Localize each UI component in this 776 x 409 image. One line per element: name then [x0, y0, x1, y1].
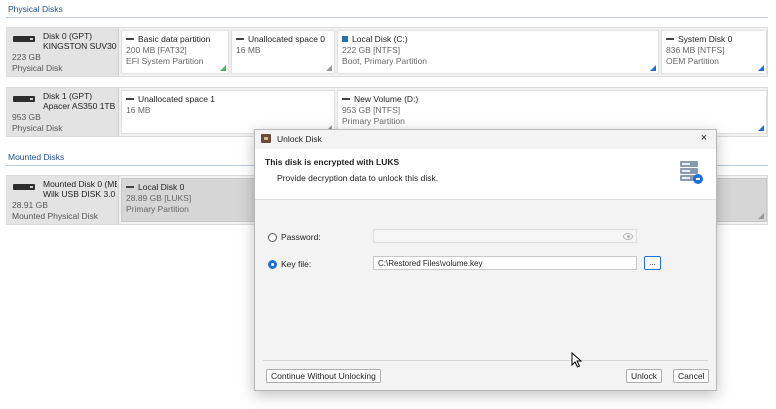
disk-size: 28.91 GB: [12, 200, 48, 210]
disk-icon: [13, 36, 35, 42]
disk-stack-icon: [680, 161, 703, 184]
partition-system-disk-0[interactable]: System Disk 0 836 MB [NTFS] OEM Partitio…: [661, 30, 767, 74]
partition-corner-icon: [220, 65, 226, 71]
cancel-button[interactable]: Cancel: [673, 369, 710, 383]
physical-disks-title: Physical Disks: [8, 4, 63, 14]
dash-icon: [126, 98, 134, 100]
dialog-heading: This disk is encrypted with LUKS: [265, 157, 400, 167]
dash-icon: [236, 38, 244, 40]
eye-icon[interactable]: [623, 233, 633, 240]
disk-info[interactable]: Disk 1 (GPT) Apacer AS350 1TB 953 GB Phy…: [7, 88, 119, 136]
dash-icon: [126, 38, 134, 40]
dialog-separator: [263, 360, 708, 361]
dialog-titlebar[interactable]: Unlock Disk ×: [255, 130, 716, 148]
password-radio[interactable]: [268, 233, 277, 242]
disk-icon: [13, 184, 35, 190]
lock-disk-icon: [261, 134, 271, 143]
disk-type: Physical Disk: [12, 123, 63, 133]
partition-unallocated-0[interactable]: Unallocated space 0 16 MB: [231, 30, 335, 74]
dash-icon: [342, 98, 350, 100]
browse-button[interactable]: ...: [644, 256, 661, 270]
keyfile-radio[interactable]: [268, 260, 277, 269]
continue-without-unlocking-button[interactable]: Continue Without Unlocking: [266, 369, 381, 383]
disk-type: Physical Disk: [12, 63, 63, 73]
mouse-cursor-icon: [571, 352, 583, 368]
unlock-button[interactable]: Unlock: [626, 369, 662, 383]
password-input[interactable]: [373, 229, 637, 243]
partition-corner-icon: [650, 65, 656, 71]
close-icon[interactable]: ×: [698, 132, 710, 144]
partition-basic-data[interactable]: Basic data partition 200 MB [FAT32] EFI …: [121, 30, 229, 74]
partition-corner-icon: [326, 65, 332, 71]
partition-corner-icon: [758, 65, 764, 71]
dialog-subheading: Provide decryption data to unlock this d…: [277, 173, 439, 183]
disk-size: 953 GB: [12, 112, 41, 122]
partition-corner-icon: [758, 125, 764, 131]
disk-name: Disk 0 (GPT) KINGSTON SUV300S: [43, 31, 117, 51]
keyfile-input[interactable]: C:\Restored Files\volume.key: [373, 256, 637, 270]
dash-icon: [126, 186, 134, 188]
disk-size: 223 GB: [12, 52, 41, 62]
disk-info[interactable]: Disk 0 (GPT) KINGSTON SUV300S 223 GB Phy…: [7, 28, 119, 76]
disk-row-0[interactable]: Disk 0 (GPT) KINGSTON SUV300S 223 GB Phy…: [6, 27, 768, 77]
disk-name: Mounted Disk 0 (ME Wilk USB DISK 3.0: [43, 179, 117, 199]
disk-info[interactable]: Mounted Disk 0 (ME Wilk USB DISK 3.0 28.…: [7, 176, 119, 224]
windows-drive-icon: [342, 36, 348, 42]
partition-local-disk-c[interactable]: Local Disk (C:) 222 GB [NTFS] Boot, Prim…: [337, 30, 659, 74]
dialog-header: This disk is encrypted with LUKS Provide…: [255, 149, 716, 200]
mounted-disks-title: Mounted Disks: [8, 152, 65, 162]
unlock-disk-dialog: Unlock Disk × This disk is encrypted wit…: [254, 129, 717, 391]
section-divider: [6, 17, 768, 18]
keyfile-label: Key file:: [281, 259, 312, 269]
disk-name: Disk 1 (GPT) Apacer AS350 1TB: [43, 91, 116, 111]
password-label: Password:: [281, 232, 321, 242]
dash-icon: [666, 38, 674, 40]
partition-corner-icon: [758, 213, 764, 219]
partition-unallocated-1[interactable]: Unallocated space 1 16 MB: [121, 90, 335, 134]
disk-icon: [13, 96, 35, 102]
disk-type: Mounted Physical Disk: [12, 211, 98, 221]
dialog-title: Unlock Disk: [277, 134, 322, 144]
partition-new-volume-d[interactable]: New Volume (D:) 953 GB [NTFS] Primary Pa…: [337, 90, 767, 134]
